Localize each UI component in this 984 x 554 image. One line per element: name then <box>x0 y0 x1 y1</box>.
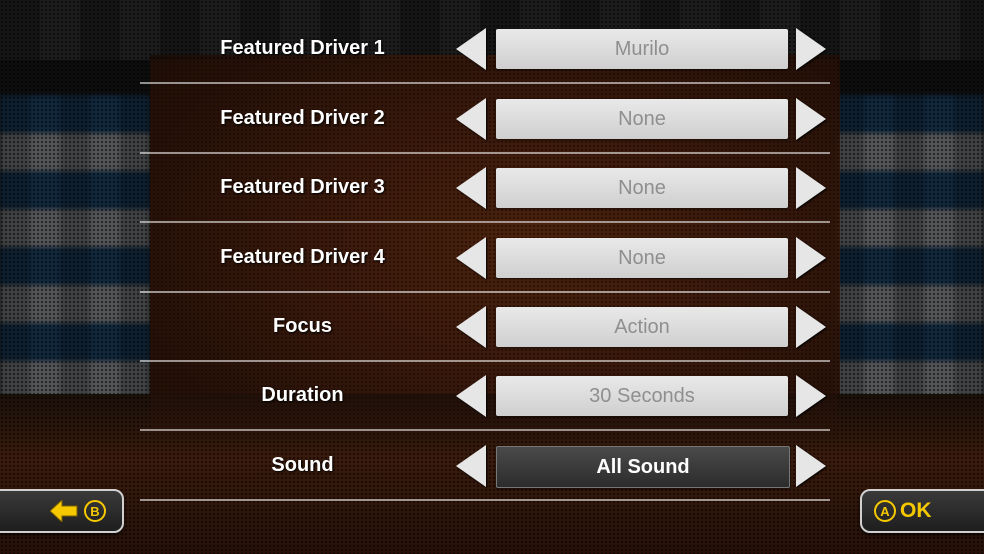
setting-label: Featured Driver 4 <box>220 246 385 268</box>
setting-row: Featured Driver 4 None <box>140 224 830 293</box>
ok-label: OK <box>900 499 932 522</box>
setting-row: Featured Driver 3 None <box>140 154 830 223</box>
row-divider <box>140 499 830 501</box>
setting-value[interactable]: Action <box>496 307 788 347</box>
left-arrow-button[interactable] <box>455 167 487 209</box>
setting-label: Duration <box>261 384 344 406</box>
setting-value[interactable]: None <box>496 238 788 278</box>
left-arrow-button[interactable] <box>455 237 487 279</box>
setting-label: Featured Driver 1 <box>220 37 385 59</box>
setting-value[interactable]: 30 Seconds <box>496 376 788 416</box>
right-arrow-button[interactable] <box>795 98 827 140</box>
setting-label: Featured Driver 2 <box>220 107 385 129</box>
left-arrow-icon <box>456 306 486 348</box>
right-arrow-button[interactable] <box>795 28 827 70</box>
back-button[interactable]: B <box>0 489 124 533</box>
row-divider <box>140 221 830 223</box>
right-arrow-icon <box>796 167 826 209</box>
right-arrow-icon <box>796 28 826 70</box>
left-arrow-icon <box>456 237 486 279</box>
right-arrow-button[interactable] <box>795 167 827 209</box>
right-arrow-icon <box>796 98 826 140</box>
left-arrow-icon <box>50 500 78 522</box>
right-arrow-button[interactable] <box>795 237 827 279</box>
right-arrow-button[interactable] <box>795 375 827 417</box>
left-arrow-button[interactable] <box>455 445 487 487</box>
left-arrow-icon <box>456 28 486 70</box>
setting-value[interactable]: None <box>496 99 788 139</box>
a-button-icon: A <box>874 500 896 522</box>
setting-row: Featured Driver 1 Murilo <box>140 15 830 84</box>
ok-button[interactable]: A OK <box>860 489 984 533</box>
row-divider <box>140 429 830 431</box>
setting-value-selected[interactable]: All Sound <box>496 446 790 488</box>
setting-value[interactable]: None <box>496 168 788 208</box>
right-arrow-icon <box>796 306 826 348</box>
setting-row: Featured Driver 2 None <box>140 85 830 154</box>
setting-label: Featured Driver 3 <box>220 176 385 198</box>
left-arrow-icon <box>456 167 486 209</box>
left-arrow-icon <box>456 375 486 417</box>
b-button-icon: B <box>84 500 106 522</box>
setting-label: Focus <box>273 315 332 337</box>
setting-label: Sound <box>271 454 334 476</box>
left-arrow-button[interactable] <box>455 28 487 70</box>
left-arrow-icon <box>456 98 486 140</box>
right-arrow-icon <box>796 375 826 417</box>
row-divider <box>140 82 830 84</box>
setting-value[interactable]: Murilo <box>496 29 788 69</box>
left-arrow-button[interactable] <box>455 375 487 417</box>
right-arrow-button[interactable] <box>795 306 827 348</box>
setting-row-selected: Sound All Sound <box>140 432 830 501</box>
right-arrow-icon <box>796 445 826 487</box>
right-arrow-icon <box>796 237 826 279</box>
left-arrow-icon <box>456 445 486 487</box>
left-arrow-button[interactable] <box>455 306 487 348</box>
right-arrow-button[interactable] <box>795 445 827 487</box>
setting-row: Duration 30 Seconds <box>140 362 830 431</box>
left-arrow-button[interactable] <box>455 98 487 140</box>
setting-row: Focus Action <box>140 293 830 362</box>
